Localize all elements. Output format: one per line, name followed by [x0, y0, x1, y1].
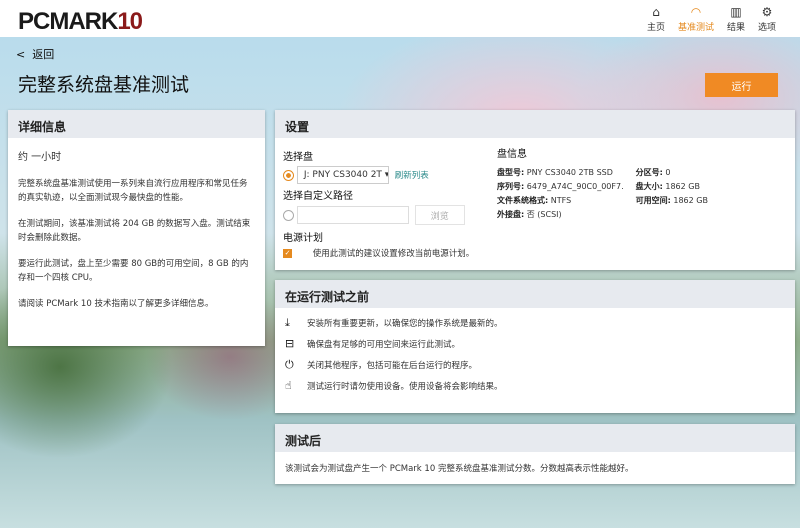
info-key: 可用空间: — [635, 196, 671, 205]
duration: 约 一小时 — [18, 152, 62, 163]
after-text: 该测试会为测试盘产生一个 PCMark 10 完整系统盘基准测试分数。分数越高表… — [285, 464, 634, 474]
back-link[interactable]: < 返回 — [16, 46, 54, 62]
chevron-left-icon: < — [16, 48, 26, 61]
power-icon: ⏻ — [285, 357, 294, 371]
nav-benchmarks[interactable]: ◠ 基准测试 — [676, 4, 716, 33]
info-key: 序列号: — [497, 182, 525, 191]
details-title: 详细信息 — [8, 110, 265, 138]
info-key: 文件系统格式: — [497, 196, 549, 205]
info-key: 外接盘: — [497, 210, 525, 219]
info-key: 分区号: — [635, 168, 663, 177]
download-icon: ⤓ — [285, 315, 290, 329]
info-value: 否 (SCSI) — [526, 210, 562, 219]
info-value: 1862 GB — [673, 196, 708, 205]
gear-icon: ⚙ — [761, 5, 773, 19]
drive-info: 盘信息 盘型号: PNY CS3040 2TB SSD 序列号: 6479_A7… — [497, 148, 708, 222]
nav-label: 基准测试 — [677, 23, 714, 33]
settings-panel: 设置 选择盘 J: PNY CS3040 2T ▾ 刷新列表 选择自定义路径 浏… — [275, 110, 795, 270]
drive-icon: ⊟ — [285, 337, 295, 350]
list-item: ☝ 测试运行时请勿使用设备。使用设备将会影响结果。 — [285, 375, 785, 396]
info-key: 盘型号: — [497, 168, 525, 177]
drive-value: J: PNY CS3040 2T — [303, 170, 382, 180]
drive-radio[interactable] — [283, 169, 294, 181]
power-plan-checkbox[interactable]: ✓ — [283, 249, 292, 258]
no-touch-icon: ☝ — [285, 379, 292, 392]
drive-info-title: 盘信息 — [497, 149, 527, 160]
after-panel: 测试后 该测试会为测试盘产生一个 PCMark 10 完整系统盘基准测试分数。分… — [275, 424, 795, 484]
item-text: 安装所有重要更新，以确保您的操作系统是最新的。 — [307, 318, 503, 329]
custom-path-radio[interactable] — [283, 209, 294, 221]
info-value: PNY CS3040 2TB SSD — [526, 168, 613, 177]
home-icon: ⌂ — [652, 5, 660, 19]
item-text: 关闭其他程序，包括可能在后台运行的程序。 — [307, 360, 478, 371]
browse-button[interactable]: 浏览 — [414, 205, 465, 225]
gauge-icon: ◠ — [690, 5, 702, 19]
nav-label: 结果 — [726, 23, 745, 33]
custom-path-input[interactable] — [296, 206, 409, 224]
page-title: 完整系统盘基准测试 — [18, 74, 190, 96]
run-button[interactable]: 运行 — [705, 73, 778, 97]
info-key: 盘大小: — [635, 182, 663, 191]
refresh-list-link[interactable]: 刷新列表 — [395, 171, 429, 181]
logo: PCMARK10 — [18, 8, 143, 35]
power-plan-text: 使用此测试的建议设置修改当前电源计划。 — [312, 249, 475, 259]
nav-options[interactable]: ⚙ 选项 — [747, 4, 787, 33]
list-item: ⤓ 安装所有重要更新，以确保您的操作系统是最新的。 — [285, 312, 785, 333]
back-label: 返回 — [32, 48, 55, 61]
drive-select[interactable]: J: PNY CS3040 2T ▾ — [296, 166, 389, 184]
list-item: ⏻ 关闭其他程序，包括可能在后台运行的程序。 — [285, 354, 785, 375]
custom-path-label: 选择自定义路径 — [283, 191, 353, 202]
details-paragraph: 在测试期间，该基准测试将 204 GB 的数据写入盘。测试结束时会删除此数据。 — [18, 219, 251, 243]
info-value: 0 — [665, 168, 671, 177]
bar-chart-icon: ▥ — [730, 5, 742, 19]
details-paragraph: 完整系统盘基准测试使用一系列来自流行应用程序和常见任务的真实轨迹，以全面测试现今… — [18, 179, 248, 203]
details-paragraph: 要运行此测试，盘上至少需要 80 GB的可用空间，8 GB 的内存和一个四核 C… — [18, 259, 249, 283]
item-text: 确保盘有足够的可用空间来运行此测试。 — [307, 339, 461, 350]
nav-label: 选项 — [757, 23, 776, 33]
info-value: 6479_A74C_90C0_00F7. — [526, 182, 624, 191]
before-title: 在运行测试之前 — [275, 280, 795, 308]
nav-label: 主页 — [646, 23, 665, 33]
details-paragraph: 请阅读 PCMark 10 技术指南以了解更多详细信息。 — [18, 299, 214, 309]
nav-home[interactable]: ⌂ 主页 — [636, 4, 676, 33]
top-bar: PCMARK10 ⌂ 主页 ◠ 基准测试 ▥ 结果 ⚙ 选项 — [0, 0, 800, 37]
info-value: NTFS — [550, 196, 572, 205]
settings-title: 设置 — [275, 110, 795, 138]
power-plan-label: 电源计划 — [283, 233, 323, 244]
item-text: 测试运行时请勿使用设备。使用设备将会影响结果。 — [307, 381, 503, 392]
after-title: 测试后 — [275, 424, 795, 452]
before-panel: 在运行测试之前 ⤓ 安装所有重要更新，以确保您的操作系统是最新的。 ⊟ 确保盘有足够… — [275, 280, 795, 413]
select-drive-label: 选择盘 — [283, 152, 313, 163]
details-panel: 详细信息 约 一小时 完整系统盘基准测试使用一系列来自流行应用程序和常见任务的真… — [8, 110, 265, 346]
list-item: ⊟ 确保盘有足够的可用空间来运行此测试。 — [285, 333, 785, 354]
info-value: 1862 GB — [665, 182, 700, 191]
